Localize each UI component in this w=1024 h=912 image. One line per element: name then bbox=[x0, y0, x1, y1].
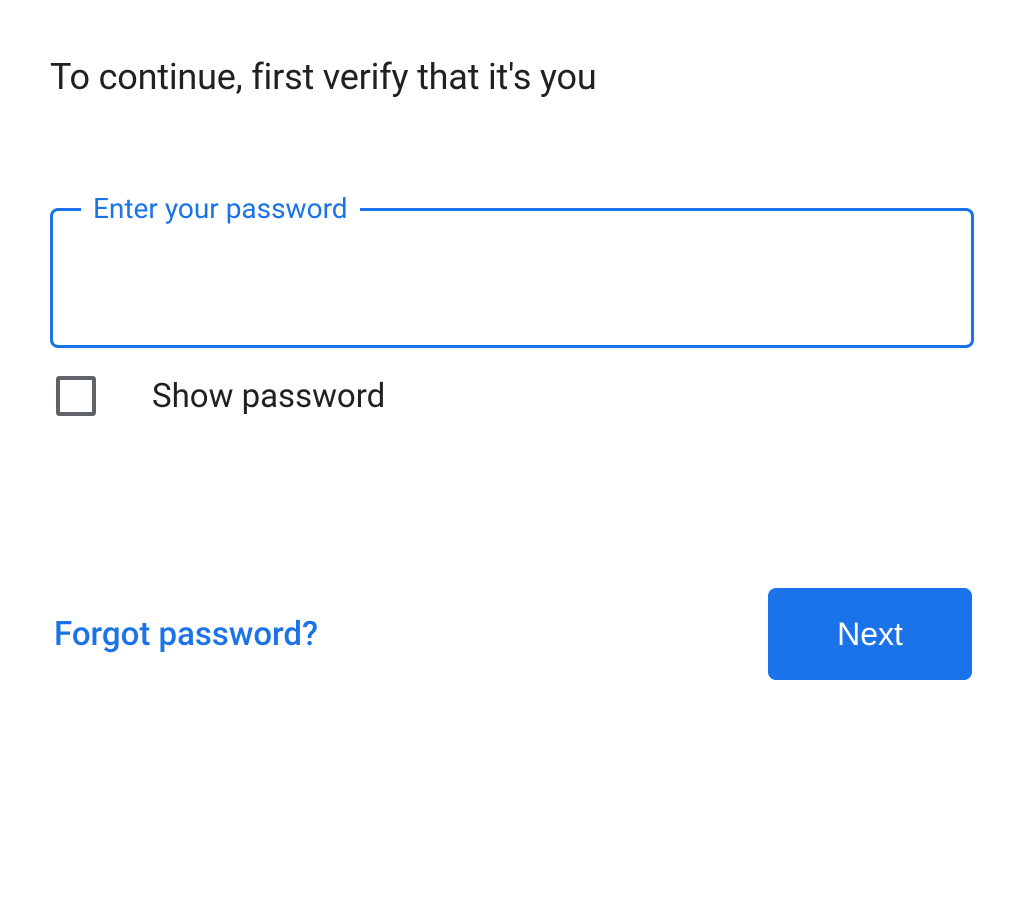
show-password-label[interactable]: Show password bbox=[152, 377, 385, 416]
show-password-row: Show password bbox=[50, 376, 974, 416]
password-input[interactable] bbox=[55, 213, 969, 343]
password-field-border: Enter your password bbox=[50, 208, 974, 348]
password-field-wrapper: Enter your password bbox=[50, 208, 974, 348]
next-button[interactable]: Next bbox=[768, 588, 972, 680]
page-heading: To continue, first verify that it's you bbox=[50, 56, 974, 98]
forgot-password-link[interactable]: Forgot password? bbox=[54, 615, 318, 654]
show-password-checkbox[interactable] bbox=[56, 376, 96, 416]
actions-row: Forgot password? Next bbox=[50, 588, 974, 680]
password-verify-form: To continue, first verify that it's you … bbox=[0, 0, 1024, 680]
